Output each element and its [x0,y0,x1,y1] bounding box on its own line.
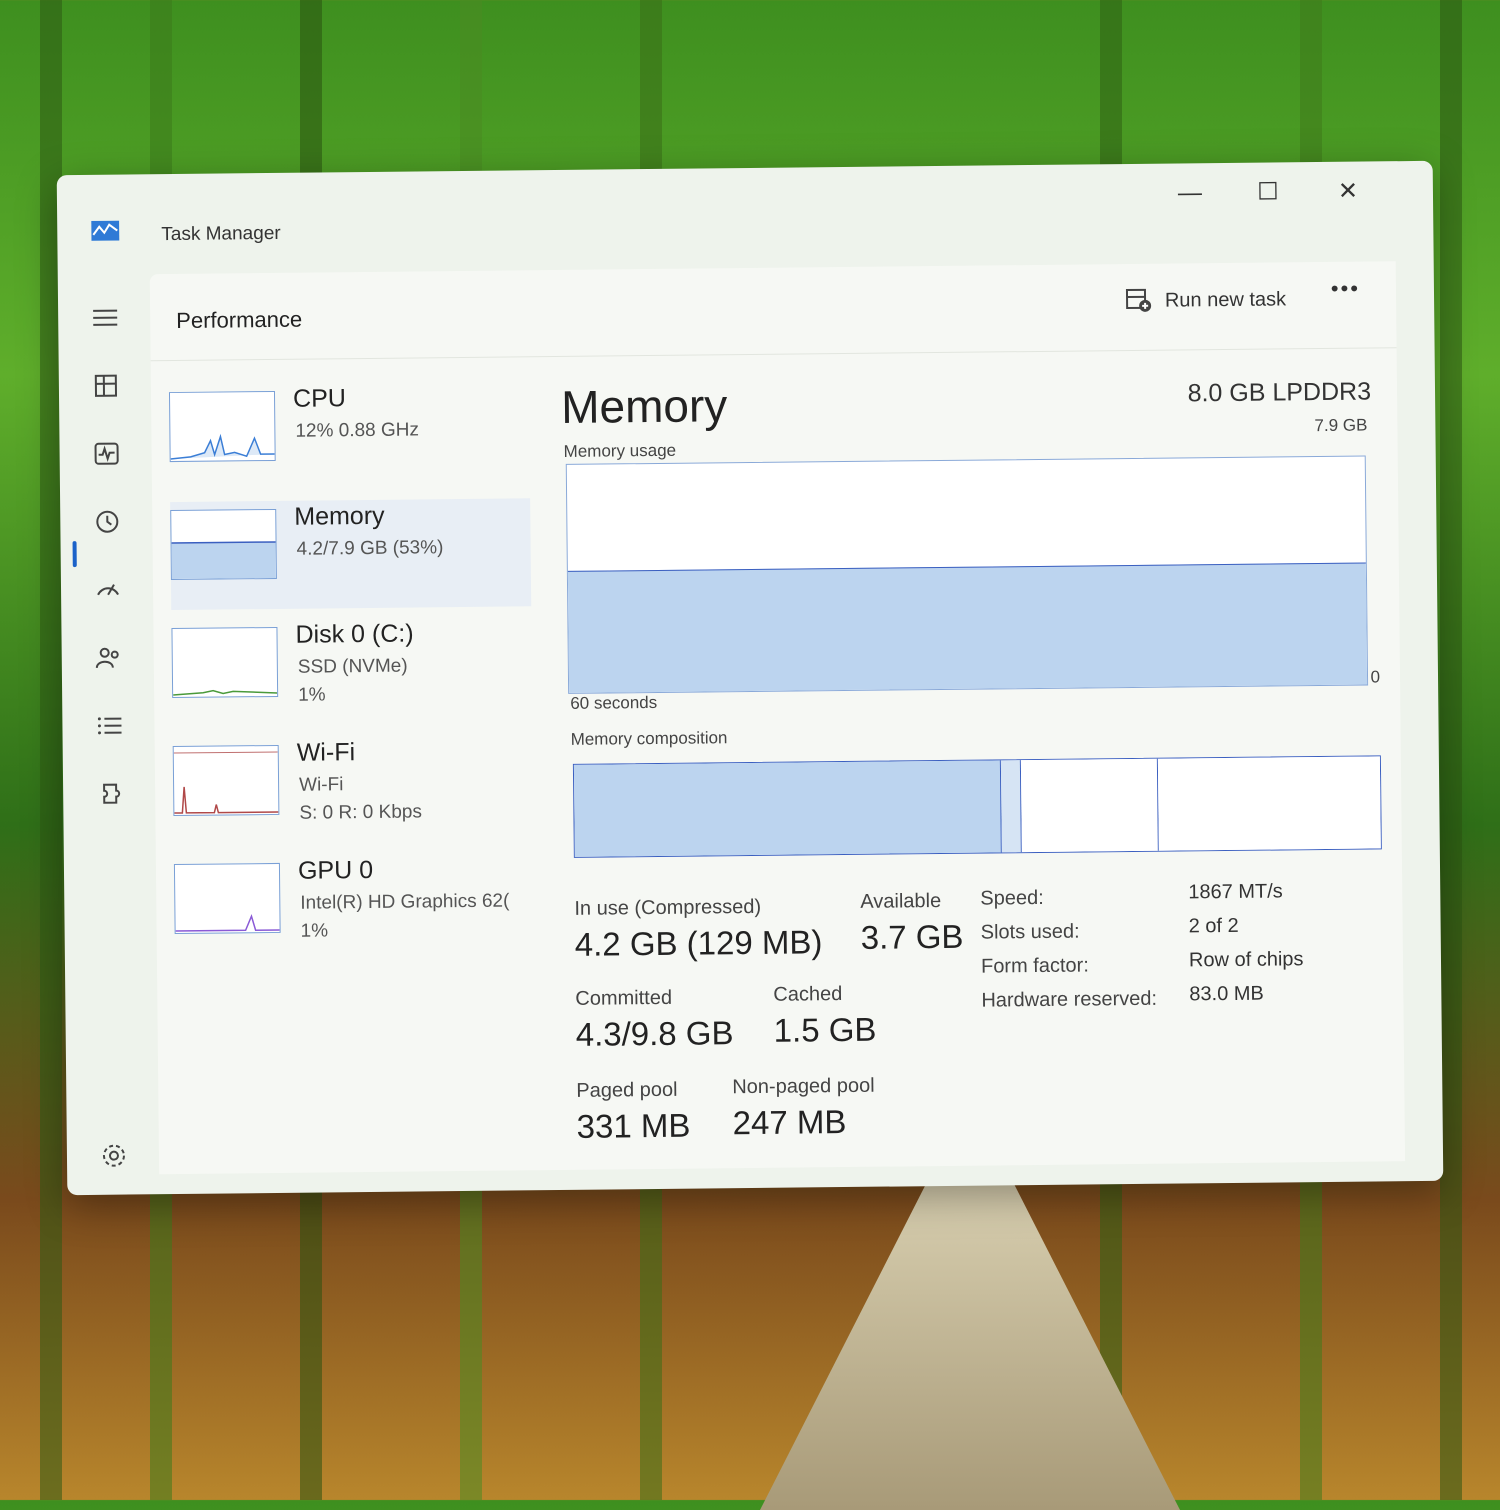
in-use-label: In use (Compressed) [574,896,761,921]
cpu-thumbnail [169,391,276,462]
title-bar[interactable]: Task Manager — ☐ ✕ [57,161,1434,265]
resource-list: CPU 12% 0.88 GHz Memory 4.2/7.9 GB (53%)… [169,380,535,974]
form-factor-value: Row of chips [1189,948,1304,972]
wifi-adapter: Wi-Fi [299,774,344,796]
memory-title: Memory [561,378,728,434]
resource-item-memory[interactable]: Memory 4.2/7.9 GB (53%) [170,498,531,610]
nonpaged-pool-label: Non-paged pool [732,1075,875,1099]
memory-thumbnail [170,509,277,580]
memory-usage-fill [568,563,1367,693]
wifi-throughput: S: 0 R: 0 Kbps [299,801,422,824]
resource-item-cpu[interactable]: CPU 12% 0.88 GHz [169,380,530,492]
paged-pool-value: 331 MB [576,1107,690,1146]
run-task-icon [1125,288,1153,314]
memory-composition-label: Memory composition [571,728,728,750]
paged-pool-label: Paged pool [576,1079,677,1103]
nav-active-indicator [73,541,77,567]
cached-label: Cached [773,983,842,1007]
app-history-icon[interactable] [92,507,122,537]
memory-label: Memory [294,502,385,532]
memory-type: 8.0 GB LPDDR3 [1187,377,1371,408]
content-pane: Performance Run new task ••• CPU 12% 0.8… [150,261,1405,1174]
hardware-reserved-label: Hardware reserved: [981,988,1157,1013]
disk-label: Disk 0 (C:) [295,620,413,650]
close-button[interactable]: ✕ [1323,171,1373,212]
memory-usage-label: Memory usage [564,441,677,462]
window-title: Task Manager [161,223,281,246]
form-factor-label: Form factor: [981,954,1089,978]
hardware-reserved-value: 83.0 MB [1189,983,1264,1007]
slots-value: 2 of 2 [1189,915,1239,939]
in-use-value: 4.2 GB (129 MB) [575,923,823,964]
committed-label: Committed [575,987,672,1011]
task-manager-icon [91,221,119,241]
nonpaged-pool-value: 247 MB [732,1103,846,1142]
settings-icon[interactable] [99,1141,129,1171]
gpu-thumbnail [174,863,281,934]
committed-value: 4.3/9.8 GB [576,1014,734,1054]
disk-thumbnail [171,627,278,698]
graph-min-label: 0 [1370,667,1380,687]
composition-in-use[interactable] [574,760,1002,856]
memory-usage-graph [566,456,1368,694]
minimize-button[interactable]: — [1165,173,1215,214]
wifi-thumbnail [173,745,280,816]
cpu-label: CPU [293,384,346,414]
speed-value: 1867 MT/s [1188,880,1283,904]
more-options-button[interactable]: ••• [1331,276,1360,302]
available-label: Available [860,890,941,914]
hamburger-icon[interactable] [90,303,120,333]
cached-value: 1.5 GB [773,1011,876,1050]
gpu-usage: 1% [301,920,329,942]
disk-usage: 1% [298,684,326,706]
task-manager-window: Task Manager — ☐ ✕ [57,161,1444,1195]
available-value: 3.7 GB [861,918,964,957]
composition-standby[interactable] [1021,759,1159,852]
cpu-usage: 12% 0.88 GHz [295,419,419,442]
resource-item-gpu[interactable]: GPU 0 Intel(R) HD Graphics 62( 1% [174,852,535,964]
nav-rail [58,274,158,1195]
wifi-label: Wi-Fi [297,738,356,768]
performance-icon[interactable] [91,439,121,469]
page-title: Performance [176,307,302,334]
processes-icon[interactable] [91,371,121,401]
memory-usage-max: 7.9 GB [1314,416,1367,437]
gpu-model: Intel(R) HD Graphics 62( [300,891,509,915]
graph-time-label: 60 seconds [570,693,657,714]
disk-type: SSD (NVMe) [298,656,408,679]
services-icon[interactable] [95,779,125,809]
details-icon[interactable] [94,711,124,741]
composition-free[interactable] [1158,756,1381,850]
resource-item-wifi[interactable]: Wi-Fi Wi-Fi S: 0 R: 0 Kbps [173,734,534,846]
page-header: Performance Run new task ••• [150,261,1397,361]
memory-composition-bar [573,755,1382,857]
run-new-task-label: Run new task [1165,288,1286,312]
gpu-label: GPU 0 [298,856,373,886]
memory-panel: Memory 8.0 GB LPDDR3 Memory usage 7.9 GB… [561,371,1381,380]
startup-icon[interactable] [93,575,123,605]
maximize-button[interactable]: ☐ [1243,172,1293,213]
resource-item-disk[interactable]: Disk 0 (C:) SSD (NVMe) 1% [171,616,532,728]
slots-label: Slots used: [981,921,1080,945]
run-new-task-button[interactable]: Run new task [1125,282,1287,318]
memory-usage: 4.2/7.9 GB (53%) [297,537,444,561]
users-icon[interactable] [94,643,124,673]
speed-label: Speed: [980,887,1044,911]
composition-modified[interactable] [1001,760,1022,852]
